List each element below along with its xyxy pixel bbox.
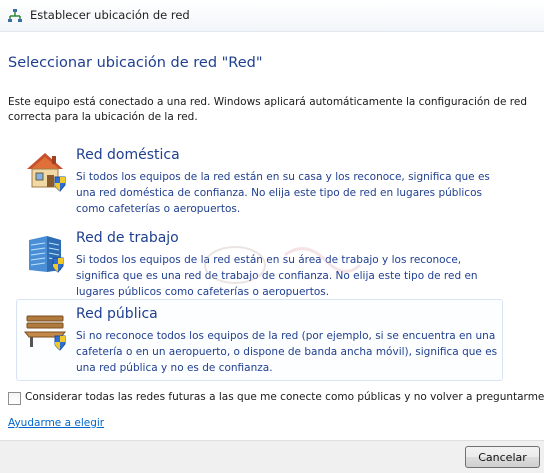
page-title: Seleccionar ubicación de red "Red" [8,55,263,71]
option-title: Red pública [76,306,158,322]
checkbox-label[interactable]: Considerar todas las redes futuras a las… [25,391,544,403]
public-default-checkbox[interactable] [8,392,21,405]
house-icon [27,153,66,192]
cancel-button[interactable]: Cancelar [465,446,540,468]
office-building-icon [29,236,64,273]
option-home-network[interactable]: Red doméstica Si todos los equipos de la… [16,140,503,215]
option-description: Si todos los equipos de la red están en … [76,254,478,298]
option-title: Red doméstica [76,147,180,163]
network-icon [8,9,22,22]
dialog-footer [0,440,544,473]
help-link[interactable]: Ayudarme a elegir [8,417,104,429]
option-description: Si no reconoce todos los equipos de la r… [76,330,498,374]
option-title: Red de trabajo [76,230,179,246]
intro-text: Este equipo está conectado a una red. Wi… [8,96,528,123]
option-work-network[interactable]: Red de trabajo Si todos los equipos de l… [16,223,503,298]
option-description: Si todos los equipos de la red están en … [76,171,490,215]
window-title: Establecer ubicación de red [30,8,190,22]
park-bench-icon [23,315,67,351]
title-bar: Establecer ubicación de red [0,0,544,32]
option-public-network[interactable]: Red pública Si no reconoce todos los equ… [16,299,503,381]
